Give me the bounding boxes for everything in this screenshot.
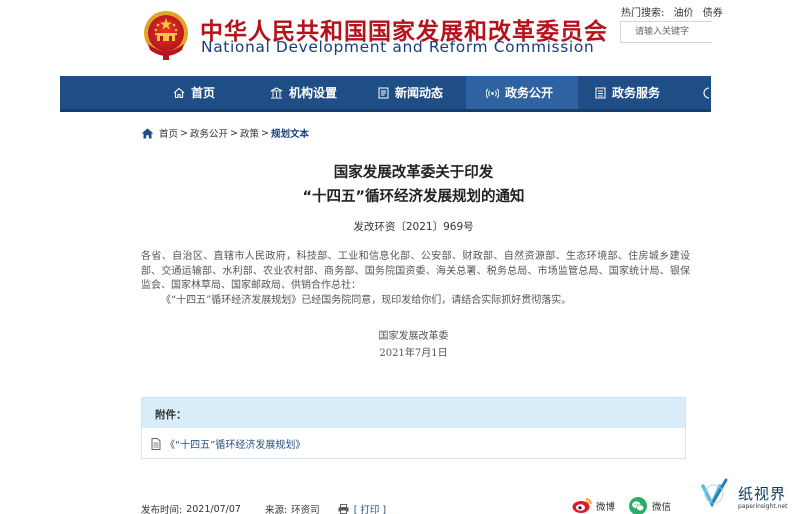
share-weibo-label: 微博 [596,501,616,513]
article-title-line1: 国家发展改革委关于印发 [333,165,494,181]
news-icon [378,87,389,98]
breadcrumb-separator: > [260,127,269,139]
wechat-icon [629,497,647,514]
publish-date: 2021/07/07 [186,503,241,514]
breadcrumb-current[interactable]: 规划文本 [271,126,309,140]
breadcrumb: 首页 > 政务公开 > 政策 > 规划文本 [141,126,309,140]
share-weibo-button[interactable]: 微博 [572,497,615,514]
breadcrumb-home[interactable]: 首页 [159,126,178,140]
home-icon [141,128,154,138]
signature-date: 2021年7月1日 [379,348,448,359]
signature-org: 国家发展改革委 [378,331,449,342]
nav-item-home[interactable]: 首页 [173,76,215,109]
hot-search: 热门搜索: 油价 债券 [621,4,723,19]
source-label: 来源: [264,505,288,514]
article-recipients: 各省、自治区、直辖市人民政府，科技部、工业和信息化部、公安部、财政部、自然资源部… [141,251,690,291]
building-icon [270,86,283,98]
hot-search-link-bond[interactable]: 债券 [703,8,723,19]
watermark-name: 纸视界 [738,485,787,503]
share-wechat-button[interactable]: 微信 [628,497,671,514]
nav-label-home: 首页 [191,86,216,100]
nav-item-government-affairs[interactable]: 政务公开 [466,76,578,109]
publish-label: 发布时间: [141,505,183,514]
home-icon [173,87,185,98]
attachment-box: 附件： 《“十四五”循环经济发展规划》 [141,397,686,459]
source-value: 环资司 [291,505,320,514]
attachment-link[interactable]: 《“十四五”循环经济发展规划》 [151,436,685,451]
page: 中华人民共和国国家发展和改革委员会 National Development a… [0,0,800,514]
hot-search-link-oil[interactable]: 油价 [674,8,694,19]
nav-item-services[interactable]: 政务服务 [595,76,660,109]
attachment-heading: 附件： [142,398,685,428]
watermark-url: paperinsight.net [738,503,788,510]
broadcast-icon [486,88,499,98]
search-input[interactable] [620,21,712,43]
nav-item-organization[interactable]: 机构设置 [270,76,337,109]
nav-label-organization: 机构设置 [289,86,338,100]
hot-search-label: 热门搜索: [621,8,665,19]
article-body: 《“十四五”循环经济发展规划》已经国务院同意，现印发给你们，请结合实际抓好贯彻落… [161,295,572,306]
service-icon [595,87,606,98]
breadcrumb-separator: > [230,127,238,139]
share-wechat-label: 微信 [652,502,672,513]
nav-label-services: 政务服务 [612,86,661,100]
document-number: 发改环资〔2021〕969号 [353,221,474,233]
nav-label-news: 新闻动态 [395,86,444,100]
weibo-icon [572,498,592,513]
nav-item-news[interactable]: 新闻动态 [378,76,443,109]
national-emblem-icon [144,11,188,60]
breadcrumb-separator: > [180,127,188,139]
article-title-line2: “十四五”循环经济发展规划的通知 [302,189,525,205]
attachment-link-label: 《“十四五”循环经济发展规划》 [165,440,306,451]
nav-label-government-affairs: 政务公开 [505,86,554,100]
print-label: [ 打印 ] [353,505,387,514]
document-icon [151,437,161,450]
main-nav: 首页 机构设置 新闻动态 政务公开 政务服务 [60,76,711,112]
footer-meta: 发布时间: 2021/07/07 来源: 环资司 [ 打印 ] [141,502,386,514]
site-title-en: National Development and Reform Commissi… [201,38,595,56]
breadcrumb-policy[interactable]: 政策 [240,126,259,140]
printer-icon [338,504,349,514]
partial-nav-icon [703,87,710,99]
print-button[interactable]: [ 打印 ] [338,502,386,514]
breadcrumb-government-affairs[interactable]: 政务公开 [190,126,228,140]
